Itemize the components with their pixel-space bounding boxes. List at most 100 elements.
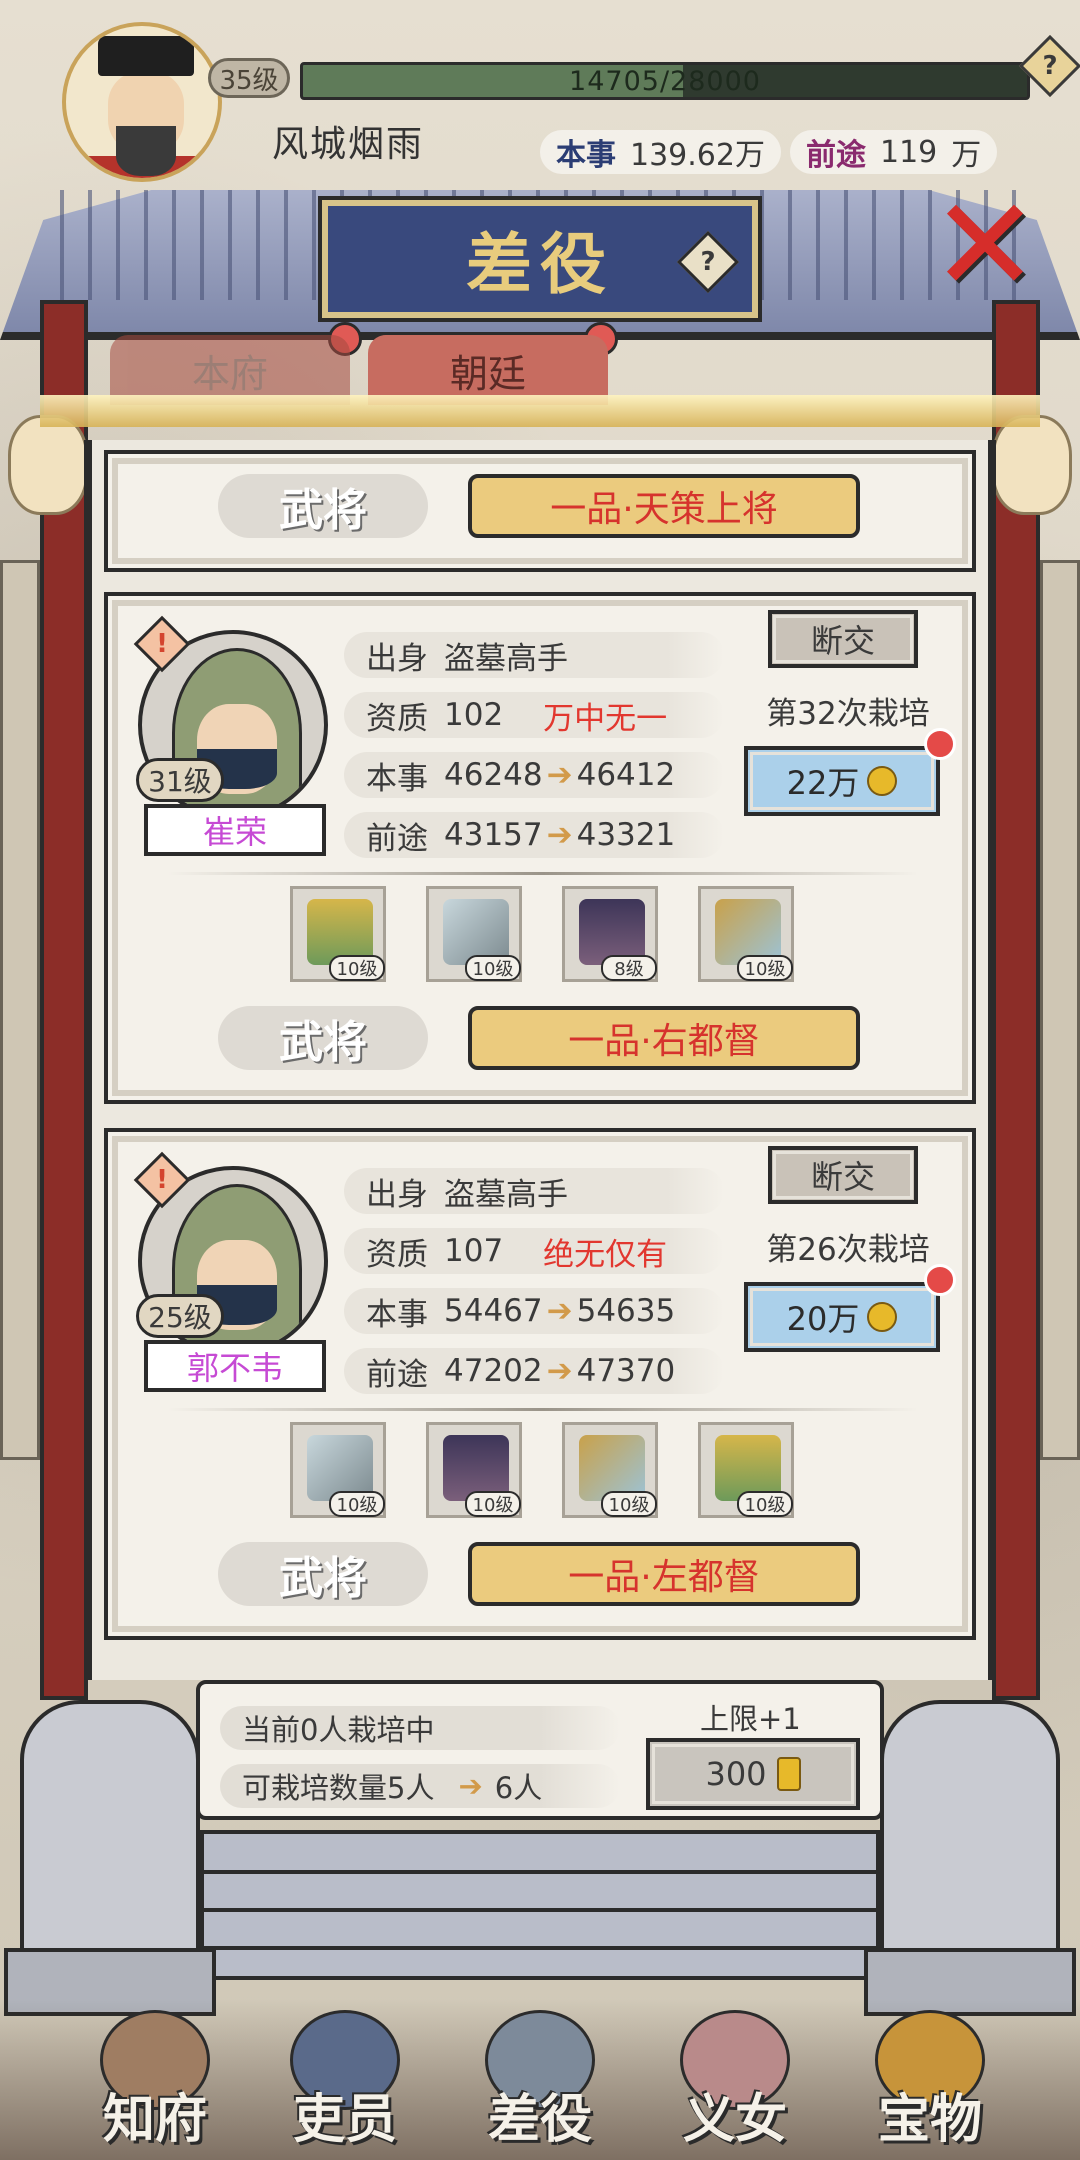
nav-prefect[interactable]: 知府 <box>60 2010 250 2160</box>
equipment-slot[interactable]: 10级 <box>698 886 794 982</box>
arrow-right-icon: ➔ <box>458 1769 483 1803</box>
alert-mark: ! <box>156 629 168 659</box>
equipment-level: 8级 <box>601 955 657 981</box>
officer-level: 31级 <box>136 758 224 802</box>
break-off-button[interactable]: 断交 <box>768 610 918 668</box>
officer-card: ! 25级 郭不韦 出身 盗墓高手 资质 107 绝无仅有 本事 54467 ➔… <box>104 1128 976 1640</box>
equipment-level: 10级 <box>465 955 521 981</box>
close-icon[interactable]: ✕ <box>930 180 1040 310</box>
player-ability-label: 本事 <box>556 138 616 173</box>
equipment-slot[interactable]: 10级 <box>562 1422 658 1518</box>
officer-level: 25级 <box>136 1294 224 1338</box>
aptitude-grade: 万中无一 <box>543 700 668 737</box>
title-help-icon[interactable]: ? <box>676 230 740 294</box>
cultivate-button[interactable]: 20万 <box>744 1282 940 1352</box>
equipment-slot[interactable]: 10级 <box>698 1422 794 1518</box>
equipment-slot[interactable]: 10级 <box>426 886 522 982</box>
arrow-right-icon: ➔ <box>546 757 573 793</box>
origin-row: 出身 盗墓高手 <box>344 632 724 678</box>
step-line <box>204 1946 876 1950</box>
origin-label: 出身 <box>366 1176 428 1213</box>
ticket-icon <box>776 1757 801 1791</box>
cultivate-button[interactable]: 22万 <box>744 746 940 816</box>
prospect-from: 47202 <box>444 1353 543 1389</box>
limit-cost: 300 <box>705 1755 767 1793</box>
equipment-slot[interactable]: 10级 <box>426 1422 522 1518</box>
equipment-level: 10级 <box>329 1491 385 1517</box>
player-avatar[interactable] <box>62 22 222 182</box>
break-off-button[interactable]: 断交 <box>768 1146 918 1204</box>
officer-card-partial: 武将 一品·天策上将 <box>104 450 976 572</box>
prospect-row: 前途 43157 ➔ 43321 <box>344 812 724 858</box>
equipment-slot[interactable]: 10级 <box>290 1422 386 1518</box>
officer-name: 崔荣 <box>144 804 326 856</box>
nav-label: 差役 <box>487 2089 592 2150</box>
cultivate-count: 第26次栽培 <box>766 1232 930 1268</box>
equipment-slot[interactable]: 10级 <box>290 886 386 982</box>
rank-row: 武将 一品·天策上将 <box>218 474 868 538</box>
step-line <box>204 1908 876 1912</box>
role-label: 武将 <box>218 1542 428 1606</box>
xp-text: 14705/28000 <box>569 65 761 97</box>
limit-label: 上限+1 <box>700 1702 801 1736</box>
player-status-bar: 35级 14705/28000 ? 风城烟雨 本事 139.62万 前途 119… <box>0 0 1080 182</box>
ability-from: 46248 <box>444 757 543 793</box>
player-ability-chip: 本事 139.62万 <box>540 130 781 174</box>
nav-daughters[interactable]: 义女 <box>640 2010 830 2160</box>
current-cultivating: 当前0人栽培中 <box>220 1706 620 1750</box>
origin-label: 出身 <box>366 640 428 677</box>
origin-value: 盗墓高手 <box>444 1176 568 1213</box>
nav-treasures[interactable]: 宝物 <box>835 2010 1025 2160</box>
right-lantern <box>992 415 1072 515</box>
stone-steps <box>200 1830 880 1980</box>
alert-mark: ! <box>156 1165 168 1195</box>
nav-label: 吏员 <box>292 2089 397 2150</box>
rank-value[interactable]: 一品·天策上将 <box>468 474 860 538</box>
rank-row: 武将 一品·右都督 <box>218 1006 868 1070</box>
gold-band <box>40 395 1040 427</box>
rank-value[interactable]: 一品·左都督 <box>468 1542 860 1606</box>
avatar-beard <box>116 126 176 176</box>
equipment-level: 10级 <box>465 1491 521 1517</box>
prospect-label: 前途 <box>366 1356 428 1393</box>
bottom-nav: 知府 吏员 差役 义女 宝物 <box>0 2000 1080 2160</box>
notification-dot <box>924 728 956 760</box>
background-building <box>0 560 40 1460</box>
step-line <box>204 1870 876 1874</box>
aptitude-value: 102 <box>444 697 504 733</box>
left-lantern <box>8 415 88 515</box>
nav-label: 知府 <box>102 2089 207 2150</box>
arrow-right-icon: ➔ <box>546 1353 573 1389</box>
nav-officers[interactable]: 差役 <box>445 2010 635 2160</box>
player-prospect-unit: 万 <box>951 138 982 173</box>
player-level-badge: 35级 <box>208 58 290 98</box>
player-ability-value: 139.62万 <box>630 138 765 173</box>
nav-clerks[interactable]: 吏员 <box>250 2010 440 2160</box>
card-divider <box>168 1408 918 1411</box>
ability-to: 54635 <box>576 1293 676 1329</box>
title-plaque: 差役 ? <box>318 196 762 322</box>
increase-limit-button[interactable]: 300 <box>646 1738 860 1810</box>
rank-value[interactable]: 一品·右都督 <box>468 1006 860 1070</box>
cultivate-count: 第32次栽培 <box>766 696 930 732</box>
prospect-to: 47370 <box>576 1353 676 1389</box>
cultivate-cost: 22万 <box>786 764 860 802</box>
top-help-label: ? <box>1042 51 1058 81</box>
prospect-from: 43157 <box>444 817 543 853</box>
current-cultivating-text: 当前0人栽培中 <box>242 1713 435 1747</box>
arrow-right-icon: ➔ <box>546 817 573 853</box>
aptitude-row: 资质 107 绝无仅有 <box>344 1228 724 1274</box>
equipment-level: 10级 <box>737 1491 793 1517</box>
coin-icon <box>867 766 898 796</box>
ability-label: 本事 <box>366 760 428 797</box>
aptitude-grade: 绝无仅有 <box>543 1236 668 1273</box>
coin-icon <box>867 1302 898 1332</box>
nav-label: 宝物 <box>877 2089 982 2150</box>
aptitude-row: 资质 102 万中无一 <box>344 692 724 738</box>
rank-row: 武将 一品·左都督 <box>218 1542 868 1606</box>
ability-from: 54467 <box>444 1293 543 1329</box>
title-help-label: ? <box>700 247 716 277</box>
equipment-slot[interactable]: 8级 <box>562 886 658 982</box>
capacity-next: 6人 <box>494 1771 543 1805</box>
equipment-level: 10级 <box>737 955 793 981</box>
